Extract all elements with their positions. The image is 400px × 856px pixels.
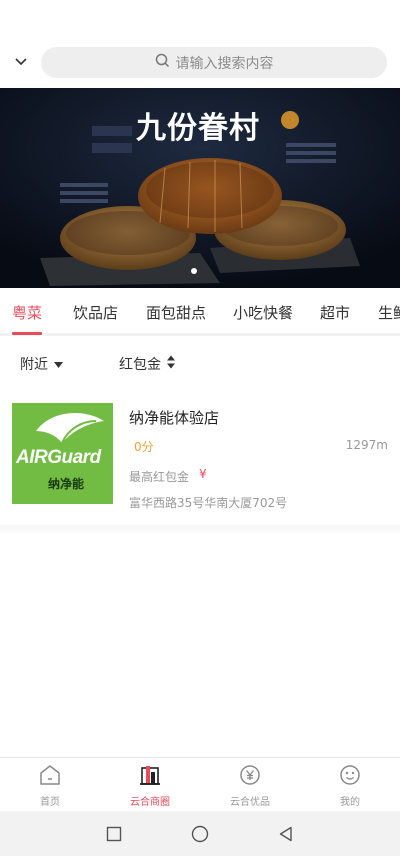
store-icon: [138, 764, 162, 790]
tab-cantonese[interactable]: 粤菜: [12, 302, 42, 323]
filter-bar: 附近 红包金: [0, 336, 400, 386]
card-divider: [0, 525, 400, 535]
tab-fresh[interactable]: 生鲜: [378, 302, 400, 323]
nav-deals[interactable]: 云合优品: [210, 764, 290, 808]
shop-score: 0分: [134, 440, 154, 454]
search-placeholder: 请输入搜索内容: [175, 55, 274, 72]
nav-merchants[interactable]: 云合商圈: [110, 764, 190, 808]
top-bar: 请输入搜索内容: [0, 38, 400, 86]
tab-snacks[interactable]: 小吃快餐: [233, 302, 293, 323]
home-icon: [38, 764, 62, 790]
nearby-label: 附近: [20, 357, 48, 373]
tab-supermarket[interactable]: 超市: [320, 302, 350, 323]
shop-distance: 1297m: [345, 438, 388, 452]
logo-wordmark: AIRGuard: [16, 447, 101, 468]
nav-mine[interactable]: 我的: [310, 764, 390, 808]
bottom-nav: 首页 云合商圈 云合优品 我的: [0, 757, 400, 811]
chevron-down-icon[interactable]: [0, 38, 42, 86]
nearby-filter[interactable]: 附近: [20, 354, 63, 374]
sort-arrows-icon: [167, 355, 175, 373]
search-icon: [155, 53, 170, 72]
nav-mine-label: 我的: [340, 797, 360, 808]
shop-logo: AIRGuard 纳净能: [12, 403, 113, 504]
shop-name[interactable]: 纳净能体验店: [129, 407, 219, 428]
active-tab-indicator: [12, 332, 42, 335]
promo-banner[interactable]: 九份眷村: [0, 88, 400, 288]
nav-merchants-label: 云合商圈: [130, 797, 170, 808]
tab-drinks[interactable]: 饮品店: [73, 302, 118, 323]
shop-card[interactable]: AIRGuard 纳净能 纳净能体验店 0分 1297m 最高红包金 ¥ 富华西…: [0, 388, 400, 530]
yuan-coin-icon: [238, 764, 262, 790]
search-input[interactable]: 请输入搜索内容: [41, 47, 387, 78]
system-nav-bar: [0, 811, 400, 856]
max-red-packet-label: 最高红包金: [129, 470, 190, 484]
category-tabs: 粤菜 饮品店 面包甜点 小吃快餐 超市 生鲜: [0, 288, 400, 336]
currency-symbol: ¥: [199, 467, 207, 481]
home-button[interactable]: [190, 824, 210, 844]
nav-home[interactable]: 首页: [10, 764, 90, 808]
caret-down-icon: [54, 356, 63, 372]
banner-title: 九份眷村: [136, 111, 260, 146]
logo-subtext: 纳净能: [48, 477, 85, 491]
nav-deals-label: 云合优品: [230, 797, 270, 808]
nav-home-label: 首页: [40, 797, 60, 808]
carousel-dot[interactable]: [191, 268, 197, 274]
recents-button[interactable]: [104, 824, 124, 844]
red-packet-label: 红包金: [119, 357, 161, 373]
tab-bakery[interactable]: 面包甜点: [146, 302, 206, 323]
shop-address: 富华西路35号华南大厦702号: [129, 496, 288, 510]
smiley-icon: [338, 764, 362, 790]
back-button[interactable]: [276, 824, 296, 844]
red-packet-sort[interactable]: 红包金: [119, 354, 175, 374]
